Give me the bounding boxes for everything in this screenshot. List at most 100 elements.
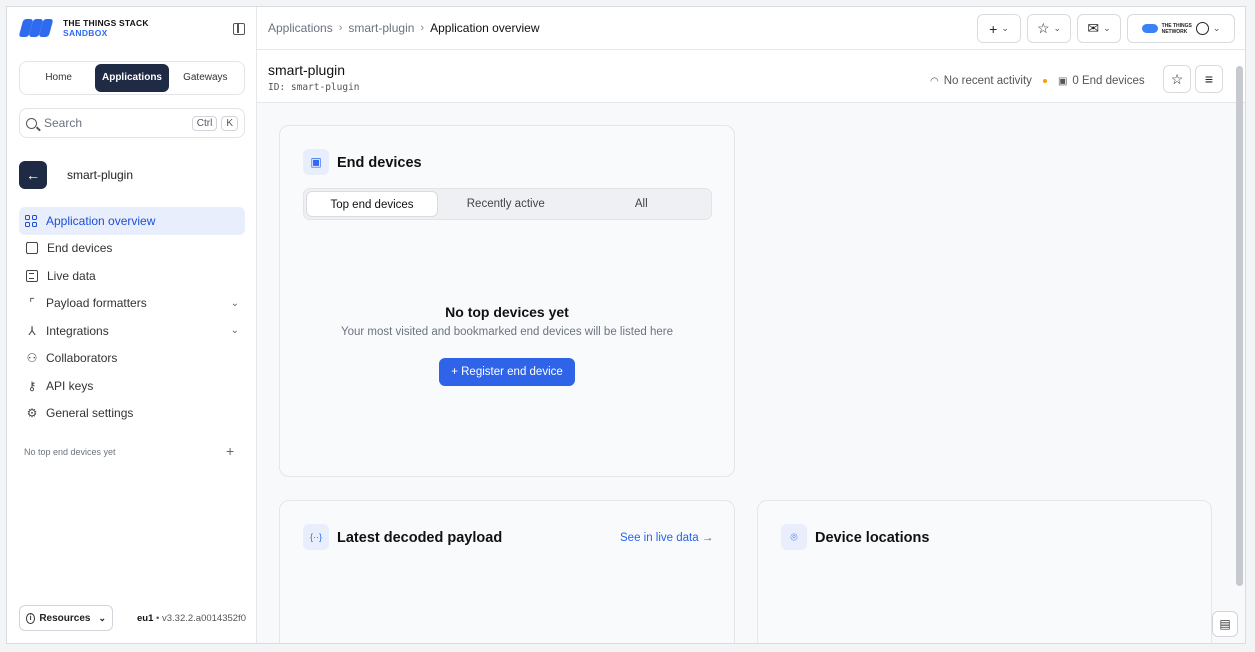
sidebar-item-label: Application overview (46, 213, 156, 228)
info-icon: i (26, 612, 36, 624)
location-pin-icon: ⌾ (781, 524, 807, 550)
user-icon (1195, 22, 1209, 35)
sidebar-item-label: Payload formatters (46, 296, 147, 311)
shortcut-key-k: K (221, 115, 238, 131)
search-input[interactable]: Search Ctrl K (19, 108, 245, 138)
sidebar-item-label: Integrations (46, 323, 109, 338)
card-title: Latest decoded payload (337, 530, 503, 546)
sidebar-item-label: API keys (46, 378, 94, 393)
breadcrumb: Applications › smart-plugin › Applicatio… (268, 21, 539, 35)
tab-top-end-devices[interactable]: Top end devices (306, 191, 438, 217)
chevron-down-icon: ⌄ (1053, 23, 1062, 33)
activity-text: No recent activity (943, 75, 1032, 87)
add-menu-button[interactable]: + ⌄ (977, 14, 1021, 43)
users-icon: ⚇ (26, 351, 38, 366)
sidebar-nav: Application overview End devices Live da… (19, 207, 245, 427)
version-info: eu1 • v3.32.2.a0014352f0 (137, 613, 246, 624)
sidebar: THE THINGS STACK SANDBOX Home Applicatio… (7, 7, 257, 643)
device-count[interactable]: 0 End devices (1072, 75, 1144, 87)
see-live-data-link[interactable]: See in live data → (620, 532, 713, 544)
current-app: ← smart-plugin (19, 161, 133, 189)
cloud-icon (1141, 24, 1158, 33)
version-string: v3.32.2.a0014352f0 (161, 613, 246, 624)
app-id: ID: smart-plugin (268, 82, 360, 93)
resources-button[interactable]: i Resources ⌄ (19, 605, 113, 631)
integration-icon: ⅄ (28, 323, 36, 338)
chip-icon: ▣ (303, 149, 329, 175)
grid-icon (25, 214, 37, 227)
notifications-menu-button[interactable]: ✉ ⌄ (1077, 14, 1121, 43)
tab-recently-active[interactable]: Recently active (438, 191, 574, 217)
chip-icon: ▣ (1057, 75, 1068, 87)
chevron-right-icon: › (338, 22, 343, 34)
sidebar-item-integrations[interactable]: ⅄ Integrations ⌄ (19, 317, 245, 345)
sidebar-item-general-settings[interactable]: ⚙ General settings (19, 400, 245, 428)
breadcrumb-app[interactable]: smart-plugin (348, 21, 414, 35)
sidebar-item-end-devices[interactable]: End devices (19, 235, 245, 263)
card-title: End devices (337, 155, 422, 171)
breadcrumb-current: Application overview (430, 21, 540, 35)
menu-icon[interactable]: ≡ (1195, 65, 1223, 93)
collapse-sidebar-icon[interactable] (233, 23, 245, 35)
tab-all[interactable]: All (574, 191, 710, 217)
star-icon: ☆ (1036, 20, 1050, 36)
chevron-down-icon[interactable]: ⌄ (231, 298, 239, 309)
sidebar-item-payload-formatters[interactable]: ⌜ Payload formatters ⌄ (19, 290, 245, 318)
app-header: smart-plugin ID: smart-plugin ◠ No recen… (257, 50, 1245, 103)
chip-icon (26, 242, 38, 255)
register-end-device-button[interactable]: + Register end device (439, 358, 575, 386)
chevron-right-icon: › (420, 22, 425, 34)
chevron-down-icon: ⌄ (1103, 23, 1111, 33)
bookmark-star-button[interactable]: ☆ (1163, 65, 1191, 93)
chevron-down-icon[interactable]: ⌄ (231, 325, 239, 336)
sidebar-item-label: Live data (47, 268, 96, 283)
logo-mark-icon (18, 17, 55, 39)
device-locations-card: ⌾ Device locations (757, 500, 1212, 643)
sidebar-item-live-data[interactable]: Live data (19, 262, 245, 290)
sidebar-item-collaborators[interactable]: ⚇ Collaborators (19, 345, 245, 373)
switch-gateways[interactable]: Gateways (169, 64, 242, 92)
logo[interactable]: THE THINGS STACK SANDBOX (18, 17, 149, 39)
app-window: THE THINGS STACK SANDBOX Home Applicatio… (6, 6, 1246, 644)
empty-state-subtitle: Your most visited and bookmarked end dev… (341, 326, 673, 338)
account-menu-button[interactable]: THE THINGS NETWORK ⌄ (1127, 14, 1235, 43)
switch-home[interactable]: Home (22, 64, 95, 92)
brand-line1: THE THINGS STACK (63, 18, 149, 28)
list-icon (26, 269, 38, 282)
back-button[interactable]: ← (19, 161, 47, 189)
code-icon: ⌜ (29, 296, 35, 311)
feedback-icon[interactable]: ▤ (1212, 611, 1238, 637)
inbox-icon: ✉ (1087, 20, 1100, 36)
search-icon (26, 117, 37, 129)
activity-dot (1042, 79, 1047, 83)
bookmarks-menu-button[interactable]: ☆ ⌄ (1027, 14, 1071, 43)
end-devices-card: ▣ End devices Top end devices Recently a… (279, 125, 735, 477)
sidebar-item-label: End devices (47, 241, 113, 256)
chevron-down-icon: ⌄ (1212, 23, 1221, 33)
sidebar-item-application-overview[interactable]: Application overview (19, 207, 245, 235)
network-logo: THE THINGS NETWORK (1161, 22, 1192, 35)
app-status: ◠ No recent activity ▣ 0 End devices (930, 75, 1145, 87)
brand-line2: SANDBOX (63, 28, 108, 38)
search-placeholder: Search (44, 116, 83, 130)
cluster-region: eu1 (137, 613, 154, 624)
chevron-down-icon: ⌄ (98, 612, 106, 623)
resources-label: Resources (39, 612, 91, 624)
page-title: smart-plugin (268, 62, 346, 78)
sidebar-item-label: General settings (46, 406, 134, 421)
top-bar: Applications › smart-plugin › Applicatio… (257, 7, 1245, 50)
breadcrumb-applications[interactable]: Applications (268, 21, 333, 35)
switch-applications[interactable]: Applications (95, 64, 169, 92)
context-switcher: Home Applications Gateways (19, 61, 245, 95)
plus-icon: + (989, 20, 998, 37)
app-name: smart-plugin (67, 168, 134, 182)
sidebar-item-api-keys[interactable]: ⚷ API keys (19, 372, 245, 400)
scrollbar[interactable] (1236, 54, 1243, 643)
top-devices-empty: No top end devices yet (24, 447, 116, 457)
card-title: Device locations (815, 530, 930, 546)
sidebar-item-label: Collaborators (46, 351, 118, 366)
add-top-device-icon[interactable]: + (226, 443, 234, 459)
device-tabs: Top end devices Recently active All (303, 188, 712, 220)
code-braces-icon: {··} (303, 524, 329, 550)
shortcut-key-ctrl: Ctrl (191, 115, 218, 131)
